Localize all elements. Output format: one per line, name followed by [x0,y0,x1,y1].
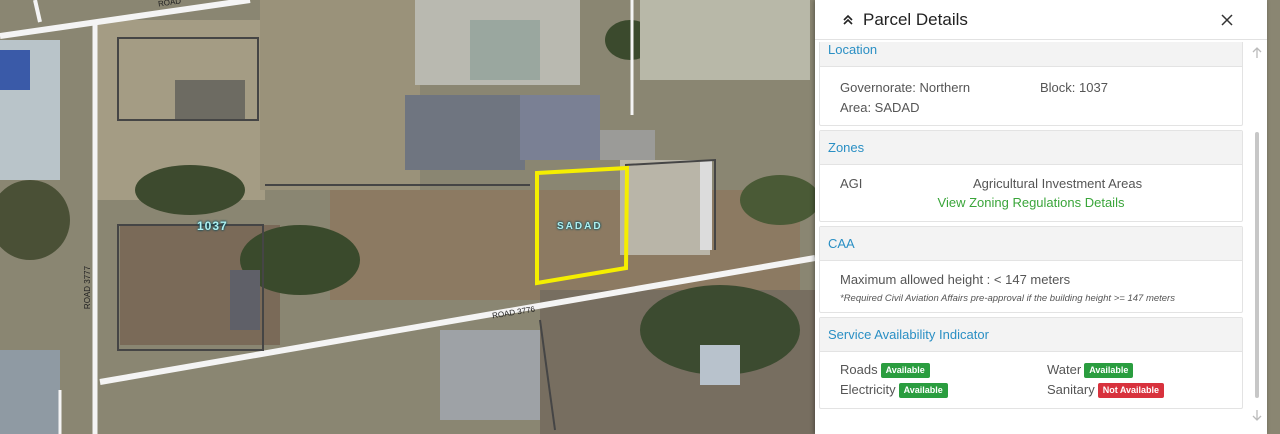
zone-name: Agricultural Investment Areas [973,175,1143,191]
services-section: Service Availability Indicator Roads Avai… [819,317,1243,409]
area-value: Area: SADAD [840,99,920,115]
zone-code: AGI [840,175,863,191]
location-section: Location Governorate: Northern Block: 10… [819,42,1243,126]
arrow-down-icon[interactable] [1251,408,1263,422]
service-label-roads: Roads [840,361,878,377]
parcel-label[interactable]: SADAD [557,221,603,232]
caa-heading: CAA [820,227,1242,261]
zones-heading: Zones [820,131,1242,165]
chevron-up-double-icon[interactable] [841,13,855,27]
view-zoning-regulations-link[interactable]: View Zoning Regulations Details [840,193,1222,213]
panel-header: Parcel Details [815,0,1267,40]
road-label-left: ROAD 3777 [83,265,93,310]
status-badge-water: Available [1084,363,1134,379]
caa-section: CAA Maximum allowed height : < 147 meter… [819,226,1243,313]
service-label-electricity: Electricity [840,381,896,397]
service-label-water: Water [1047,361,1082,377]
location-heading: Location [820,42,1242,67]
arrow-up-icon[interactable] [1251,46,1263,60]
close-button[interactable] [1215,8,1239,32]
service-label-sanitary: Sanitary [1047,381,1095,397]
block-value: Block: 1037 [1040,79,1108,95]
scroll-thumb[interactable] [1255,132,1259,398]
governorate-value: Governorate: Northern [840,79,971,95]
close-icon [1221,14,1233,26]
panel-title: Parcel Details [863,9,968,29]
services-heading: Service Availability Indicator [820,318,1242,352]
block-label: 1037 [197,219,228,233]
status-badge-sanitary: Not Available [1097,383,1165,399]
max-height-text: Maximum allowed height : < 147 meters [840,271,1071,287]
caa-note: *Required Civil Aviation Affairs pre-app… [840,293,1175,304]
panel-scrollbar[interactable] [1251,46,1263,422]
zones-section: Zones AGI Agricultural Investment Areas … [819,130,1243,222]
status-badge-electricity: Available [898,383,948,399]
panel-body: Location Governorate: Northern Block: 10… [815,42,1247,426]
status-badge-roads: Available [880,363,930,379]
parcel-details-panel: Parcel Details Location Governorate: Nor… [815,0,1267,434]
